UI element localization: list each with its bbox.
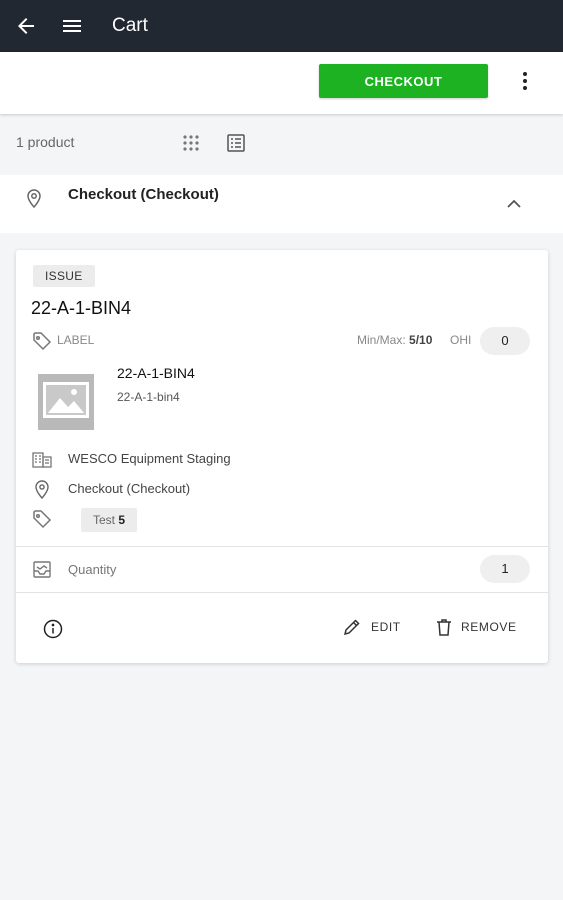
pencil-icon bbox=[342, 617, 362, 637]
quantity-row: Quantity 1 bbox=[31, 555, 531, 583]
quantity-value[interactable]: 1 bbox=[480, 555, 530, 583]
remove-label: REMOVE bbox=[461, 620, 517, 634]
building-icon bbox=[31, 448, 53, 470]
edit-label: EDIT bbox=[371, 620, 401, 634]
inbox-icon bbox=[31, 558, 53, 580]
status-badge: ISSUE bbox=[33, 265, 95, 287]
product-count: 1 product bbox=[16, 134, 75, 150]
kebab-icon[interactable] bbox=[514, 70, 536, 92]
chevron-up-icon[interactable] bbox=[503, 193, 525, 215]
cart-item-card: ISSUE 22-A-1-BIN4 LABEL Min/Max: 5/10 OH… bbox=[16, 250, 548, 663]
arrow-left-icon[interactable] bbox=[14, 14, 38, 38]
min-max-value: 5/10 bbox=[409, 333, 433, 347]
site-name: WESCO Equipment Staging bbox=[68, 451, 231, 466]
tags-row: Test 5 bbox=[31, 508, 531, 532]
min-max-label: Min/Max: bbox=[357, 333, 406, 347]
divider bbox=[16, 546, 548, 547]
bin-title: 22-A-1-BIN4 bbox=[31, 298, 132, 318]
tag-chip-name: Test bbox=[93, 513, 116, 527]
tag-chip[interactable]: Test 5 bbox=[81, 508, 138, 532]
info-icon[interactable] bbox=[42, 618, 64, 640]
checkout-button[interactable]: CHECKOUT bbox=[319, 64, 488, 98]
tag-icon bbox=[31, 508, 53, 530]
location-group-title: Checkout (Checkout) bbox=[68, 186, 219, 203]
location-pin-icon bbox=[31, 478, 53, 500]
min-max: Min/Max: 5/10 bbox=[357, 333, 432, 347]
action-bar: CHECKOUT bbox=[0, 52, 563, 114]
tag-icon bbox=[31, 330, 53, 352]
ohi-label: OHI bbox=[450, 333, 472, 347]
location-pin-icon bbox=[24, 187, 44, 209]
hamburger-icon[interactable] bbox=[60, 14, 84, 38]
grid-icon[interactable] bbox=[180, 132, 202, 154]
image-placeholder-icon bbox=[38, 374, 94, 430]
tag-chip-count: 5 bbox=[118, 513, 126, 527]
quantity-label: Quantity bbox=[68, 562, 117, 577]
site-row: WESCO Equipment Staging bbox=[31, 448, 531, 470]
app-header: Cart bbox=[0, 0, 563, 52]
list-icon[interactable] bbox=[225, 132, 247, 154]
page-title: Cart bbox=[112, 15, 148, 36]
location-row: Checkout (Checkout) bbox=[31, 478, 531, 500]
remove-button[interactable]: REMOVE bbox=[434, 616, 522, 640]
edit-button[interactable]: EDIT bbox=[342, 616, 404, 640]
trash-icon bbox=[434, 617, 454, 637]
divider bbox=[16, 592, 548, 593]
product-summary-row: 1 product bbox=[0, 120, 563, 166]
location-name: Checkout (Checkout) bbox=[68, 481, 191, 496]
item-name: 22-A-1-BIN4 bbox=[117, 365, 195, 381]
location-group-header[interactable]: Checkout (Checkout) bbox=[0, 175, 563, 233]
label-text: LABEL bbox=[57, 333, 95, 347]
item-code: 22-A-1-bin4 bbox=[117, 390, 180, 404]
ohi-value: 0 bbox=[480, 327, 530, 355]
